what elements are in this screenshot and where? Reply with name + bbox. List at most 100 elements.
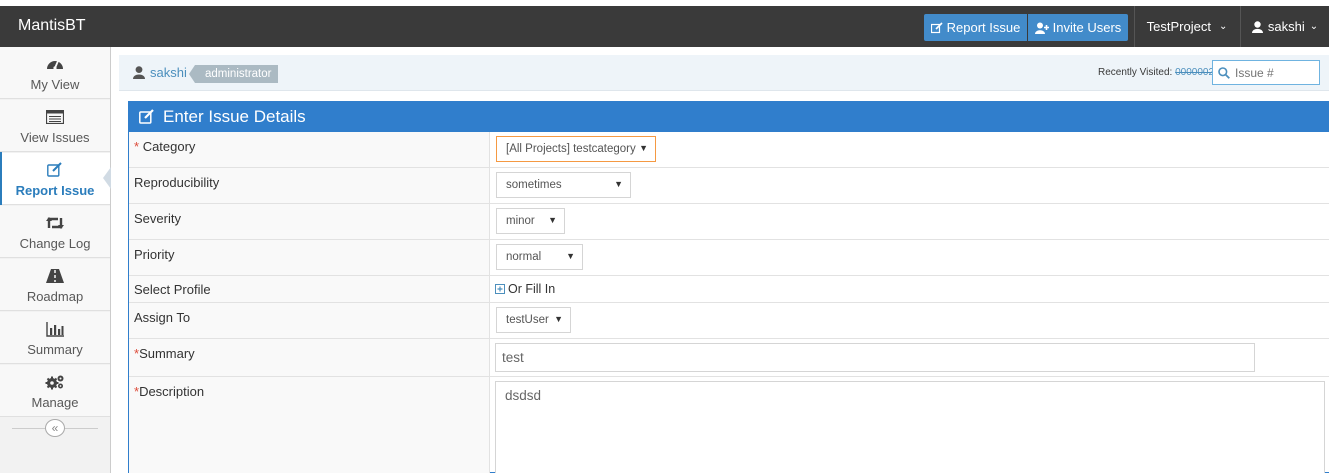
form-row-severity: Severity minor ▼	[129, 204, 1329, 240]
or-fill-in-toggle[interactable]: Or Fill In	[495, 282, 555, 296]
category-value-cell: [All Projects] testcategory ▼	[491, 132, 1329, 167]
description-textarea-value: dsdsd	[505, 388, 542, 403]
invite-users-label: Invite Users	[1052, 20, 1122, 35]
sidebar-item-view-issues[interactable]: View Issues	[0, 100, 110, 152]
dashboard-icon	[46, 55, 64, 73]
report-issue-button[interactable]: Report Issue	[924, 14, 1027, 41]
chevron-down-icon: ⌄	[1309, 21, 1319, 32]
form-row-description: *Description dsdsd	[129, 377, 1329, 473]
sidebar: My View View Issues Report Issue Change …	[0, 47, 111, 473]
form-row-assign: Assign To testUser ▼	[129, 303, 1329, 339]
sidebar-item-roadmap[interactable]: Roadmap	[0, 259, 110, 311]
role-badge: administrator	[188, 65, 279, 83]
chevron-down-icon: ⌄	[1218, 21, 1228, 32]
widget-title: Enter Issue Details	[163, 107, 306, 126]
form-row-profile: Select Profile Or Fill In	[129, 276, 1329, 303]
sidebar-item-report-issue[interactable]: Report Issue	[0, 152, 111, 205]
retweet-icon	[46, 214, 64, 232]
breadcrumb: sakshi administrator Recently Visited: 0…	[119, 55, 1329, 91]
sidebar-item-label: Change Log	[19, 236, 91, 251]
sidebar-item-label: My View	[30, 77, 80, 92]
brand-logo[interactable]: MantisBT	[18, 17, 86, 35]
recently-visited-link[interactable]: 0000002	[1175, 67, 1214, 78]
sidebar-item-summary[interactable]: Summary	[0, 312, 110, 364]
caret-down-icon: ▼	[614, 179, 623, 189]
description-textarea[interactable]: dsdsd	[495, 381, 1325, 473]
reproducibility-selected: sometimes	[506, 179, 562, 191]
priority-value-cell: normal ▼	[491, 240, 1329, 275]
gears-icon	[45, 373, 65, 391]
severity-value-cell: minor ▼	[491, 204, 1329, 239]
profile-value-cell: Or Fill In	[491, 276, 1329, 302]
sidebar-item-label: Manage	[31, 395, 79, 410]
enter-issue-widget: Enter Issue Details * Category [All Proj…	[128, 101, 1329, 473]
or-fill-in-label: Or Fill In	[508, 282, 556, 296]
recently-visited-label: Recently Visited:	[1098, 67, 1173, 78]
sidebar-item-label: Report Issue	[15, 183, 95, 198]
assign-select[interactable]: testUser ▼	[496, 307, 571, 333]
navbar: MantisBT Report Issue Invite Users TestP…	[0, 6, 1329, 47]
assign-selected: testUser	[506, 314, 549, 326]
caret-down-icon: ▼	[554, 314, 563, 324]
priority-select[interactable]: normal ▼	[496, 244, 583, 270]
report-issue-label: Report Issue	[946, 20, 1021, 35]
road-icon	[46, 267, 64, 285]
edit-icon	[139, 109, 154, 124]
sidebar-item-my-view[interactable]: My View	[0, 47, 110, 99]
sidebar-collapse: «	[0, 413, 110, 443]
sidebar-item-label: Summary	[27, 342, 83, 357]
breadcrumb-user[interactable]: sakshi	[133, 65, 187, 80]
category-label-text: Category	[142, 139, 196, 154]
sidebar-item-change-log[interactable]: Change Log	[0, 206, 110, 258]
category-select[interactable]: [All Projects] testcategory ▼	[496, 136, 656, 162]
sidebar-item-manage[interactable]: Manage	[0, 365, 110, 417]
user-menu[interactable]: sakshi ⌄	[1240, 6, 1329, 47]
user-icon	[1251, 20, 1263, 33]
sidebar-item-label: Roadmap	[26, 289, 84, 304]
user-icon	[133, 66, 145, 79]
category-selected: [All Projects] testcategory	[506, 143, 636, 155]
form-row-summary: *Summary test	[129, 339, 1329, 377]
reproducibility-value-cell: sometimes ▼	[491, 168, 1329, 203]
double-chevron-left-icon: «	[51, 421, 59, 435]
issue-search-box	[1212, 60, 1320, 85]
summary-input[interactable]: test	[495, 343, 1255, 372]
summary-input-value: test	[502, 350, 524, 365]
user-name: sakshi	[1267, 19, 1305, 34]
caret-down-icon: ▼	[548, 215, 557, 225]
edit-icon	[930, 21, 943, 33]
list-icon	[46, 108, 64, 126]
assign-label: Assign To	[129, 303, 490, 338]
bar-chart-icon	[46, 320, 64, 338]
summary-value-cell: test	[491, 339, 1329, 376]
widget-header: Enter Issue Details	[129, 102, 1329, 132]
profile-label: Select Profile	[129, 276, 490, 302]
summary-label-text: Summary	[139, 346, 195, 361]
project-selector[interactable]: TestProject ⌄	[1134, 6, 1239, 47]
severity-label: Severity	[129, 204, 490, 239]
severity-selected: minor	[506, 215, 535, 227]
sidebar-item-label: View Issues	[20, 130, 90, 145]
description-value-cell: dsdsd	[491, 377, 1329, 473]
summary-label: *Summary	[129, 339, 490, 376]
user-plus-icon	[1034, 22, 1049, 34]
caret-down-icon: ▼	[566, 251, 575, 261]
form-row-reproducibility: Reproducibility sometimes ▼	[129, 168, 1329, 204]
issue-number-input[interactable]	[1235, 65, 1315, 80]
severity-select[interactable]: minor ▼	[496, 208, 565, 234]
form-row-priority: Priority normal ▼	[129, 240, 1329, 276]
search-icon	[1218, 66, 1230, 79]
recently-visited: Recently Visited: 0000002	[1098, 67, 1214, 78]
collapse-sidebar-button[interactable]: «	[45, 419, 65, 437]
category-label: * Category	[129, 132, 490, 167]
description-label-text: Description	[139, 384, 205, 399]
reproducibility-select[interactable]: sometimes ▼	[496, 172, 631, 198]
assign-value-cell: testUser ▼	[491, 303, 1329, 338]
form-row-category: * Category [All Projects] testcategory ▼	[129, 132, 1329, 168]
caret-down-icon: ▼	[639, 143, 648, 153]
project-name: TestProject	[1146, 19, 1211, 34]
reproducibility-label: Reproducibility	[129, 168, 490, 203]
plus-square-icon	[495, 284, 505, 294]
invite-users-button[interactable]: Invite Users	[1028, 14, 1128, 41]
priority-label: Priority	[129, 240, 490, 275]
